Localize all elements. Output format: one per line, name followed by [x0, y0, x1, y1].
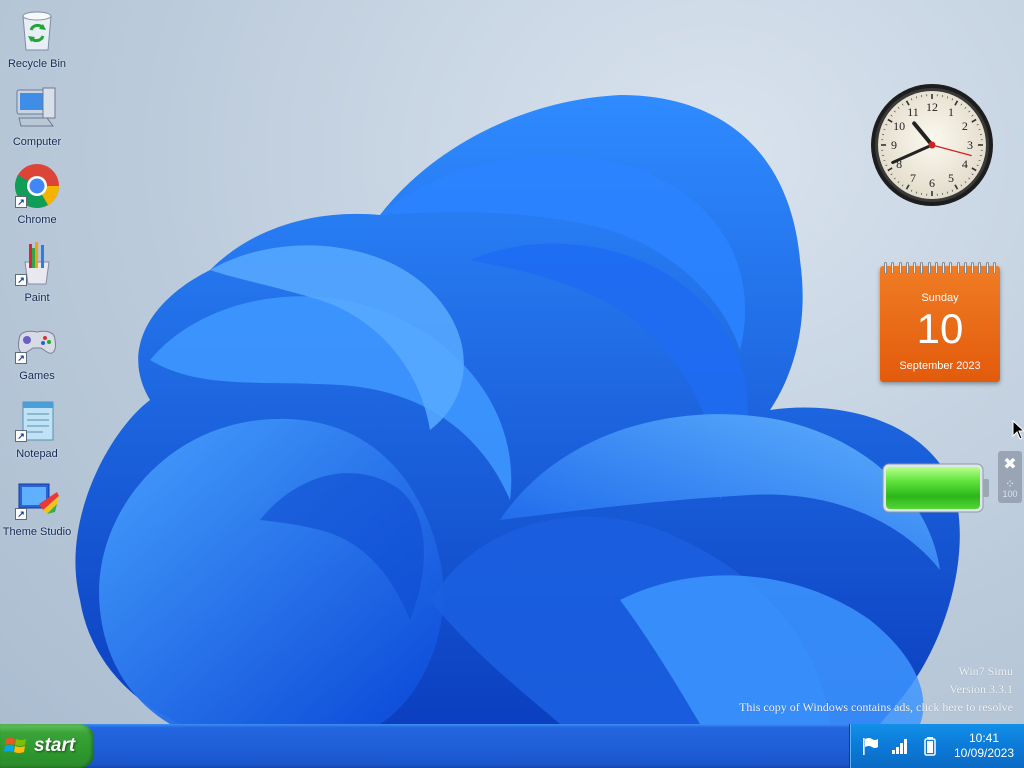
calendar-gadget[interactable]: Sunday 10 September 2023 [880, 262, 1000, 382]
calendar-day: 10 [916, 305, 964, 352]
battery-gadget-icon [882, 463, 989, 513]
desktop-icon-games[interactable]: ↗ Games [2, 314, 72, 388]
desktop-icon-label: Games [19, 370, 55, 382]
desktop-icon-label: Chrome [17, 214, 57, 226]
clock-numeral: 1 [948, 105, 954, 119]
desktop-icon-recycle-bin[interactable]: Recycle Bin [2, 2, 72, 76]
tray-clock[interactable]: 10:41 10/09/2023 [946, 731, 1022, 761]
gadget-toolbar: ✖ ⁘ 100 [998, 451, 1022, 503]
desktop-icon-theme-studio[interactable]: ↗ Theme Studio [2, 470, 72, 544]
clock-numeral: 3 [967, 138, 973, 152]
shortcut-arrow-icon: ↗ [15, 274, 27, 286]
clock-numeral: 11 [907, 105, 919, 119]
flag-icon[interactable] [860, 736, 880, 756]
start-button[interactable]: start [0, 724, 94, 768]
calendar-weekday: Sunday [921, 292, 959, 304]
watermark-title: Win7 Simu [958, 664, 1013, 678]
battery-percent: 100 [1002, 489, 1018, 499]
desktop-icon-label: Computer [12, 136, 62, 148]
shortcut-arrow-icon: ↗ [15, 196, 27, 208]
clock-gadget[interactable]: 12 1234567891011 [869, 82, 995, 208]
shortcut-arrow-icon: ↗ [15, 508, 27, 520]
desktop-icon-notepad[interactable]: ↗ Notepad [2, 392, 72, 466]
desktop-icon-paint[interactable]: ↗ Paint [2, 236, 72, 310]
desktop-icon-chrome[interactable]: ↗ Chrome [2, 158, 72, 232]
clock-numeral: 6 [929, 176, 935, 190]
battery-gadget[interactable] [882, 462, 994, 514]
clock-numeral: 10 [893, 119, 905, 133]
clock-numeral: 9 [891, 138, 897, 152]
clock-numeral: 5 [948, 171, 954, 185]
watermark-version: Version 3.3.1 [949, 682, 1013, 696]
windows-logo-icon [4, 738, 26, 753]
recycle-bin-icon [22, 11, 52, 51]
taskbar: start 10:41 10/09/2023 [0, 724, 1024, 768]
clock-numeral: 2 [962, 119, 968, 133]
desktop-icon-label: Theme Studio [2, 526, 72, 538]
shortcut-arrow-icon: ↗ [15, 352, 27, 364]
battery-icon[interactable] [920, 736, 940, 756]
watermark[interactable]: Win7 Simu Version 3.3.1 This copy of Win… [739, 662, 1013, 716]
clock-numeral: 7 [910, 171, 916, 185]
tray-time: 10:41 [968, 731, 1000, 745]
watermark-ads-notice[interactable]: This copy of Windows contains ads, click… [739, 698, 1013, 716]
desktop-icon-label: Paint [24, 292, 50, 304]
mouse-cursor-icon [1012, 420, 1024, 440]
tray-date: 10/09/2023 [953, 746, 1015, 760]
desktop-icon-label: Recycle Bin [7, 58, 67, 70]
calendar-month-year: September 2023 [899, 360, 981, 372]
shortcut-arrow-icon: ↗ [15, 430, 27, 442]
signal-icon[interactable] [890, 736, 910, 756]
close-icon[interactable]: ✖ [1000, 453, 1020, 475]
calendar-rings [882, 262, 998, 276]
system-tray: 10:41 10/09/2023 [849, 724, 1024, 768]
desktop-icon-computer[interactable]: Computer [2, 80, 72, 154]
computer-icon [16, 87, 56, 127]
clock-numeral: 4 [962, 157, 968, 171]
desktop-icon-label: Notepad [16, 448, 58, 460]
start-label: start [34, 735, 76, 756]
clock-numeral: 12 [926, 100, 938, 114]
